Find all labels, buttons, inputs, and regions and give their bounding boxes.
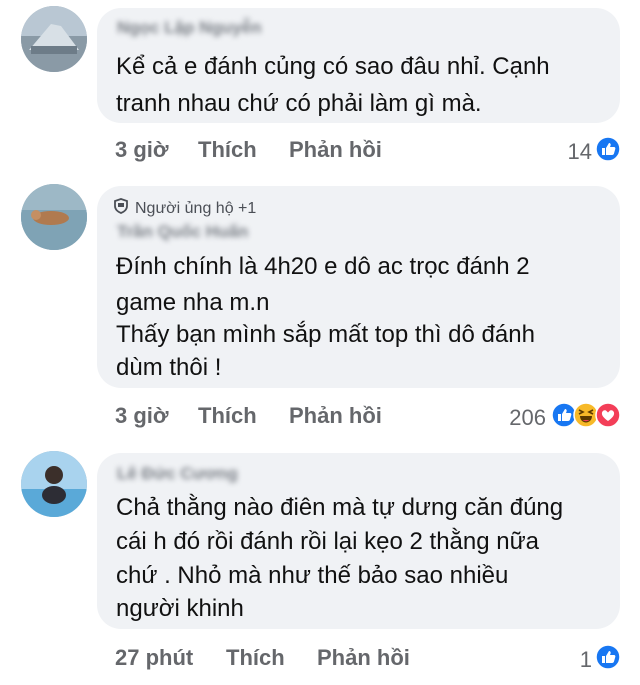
comment-actions: 3 giờ Thích Phản hồi <box>115 137 382 163</box>
like-icon <box>595 644 621 676</box>
shield-icon <box>114 198 128 219</box>
reaction-count: 14 <box>567 139 592 164</box>
reply-button[interactable]: Phản hồi <box>289 137 382 163</box>
reaction-summary[interactable]: 14 <box>568 136 621 168</box>
comment-text-line: Chả thằng nào điên mà tự dưng căn đúng <box>116 494 564 521</box>
reaction-count: 206 <box>509 405 546 430</box>
badge-label: Người ủng hộ +1 <box>135 199 257 217</box>
avatar[interactable] <box>21 451 87 517</box>
comment-text-line: chứ . Nhỏ mà như thế bảo sao nhiều <box>116 562 509 589</box>
like-icon <box>595 136 621 168</box>
comment-text-line: Đính chính là 4h20 e dô ac trọc đánh 2 <box>116 253 530 280</box>
comment-bubble: Lê Đức Cương Chả thằng nào điên mà tự dư… <box>97 453 620 629</box>
reply-button[interactable]: Phản hồi <box>289 403 382 429</box>
reply-button[interactable]: Phản hồi <box>317 645 410 671</box>
avatar[interactable] <box>21 6 87 72</box>
reaction-summary[interactable]: 206 <box>509 402 621 434</box>
comment-bubble: Ngọc Lập Nguyễn Kể cả e đánh củng có sao… <box>97 8 620 123</box>
comment-time[interactable]: 3 giờ <box>115 403 198 429</box>
comment-author[interactable]: Trần Quốc Huấn <box>117 222 248 242</box>
comment-time[interactable]: 27 phút <box>115 645 226 671</box>
supporter-badge: Người ủng hộ +1 <box>114 198 256 219</box>
comment-author[interactable]: Lê Đức Cương <box>117 464 238 484</box>
like-button[interactable]: Thích <box>198 403 289 429</box>
avatar[interactable] <box>21 184 87 250</box>
like-button[interactable]: Thích <box>198 137 289 163</box>
like-button[interactable]: Thích <box>226 645 317 671</box>
reaction-count: 1 <box>579 647 592 672</box>
comment-actions: 27 phút Thích Phản hồi <box>115 645 410 671</box>
comment-actions: 3 giờ Thích Phản hồi <box>115 403 382 429</box>
reaction-summary[interactable]: 1 <box>580 644 621 676</box>
comment-text-line: Thấy bạn mình sắp mất top thì dô đánh <box>116 321 535 348</box>
comment-text-line: tranh nhau chứ có phải làm gì mà. <box>116 90 482 117</box>
comment-text-line: người khinh <box>116 595 244 622</box>
comment-text-line: Kể cả e đánh củng có sao đâu nhỉ. Cạnh <box>116 53 550 80</box>
comment-bubble: Người ủng hộ +1 Trần Quốc Huấn Đính chín… <box>97 186 620 388</box>
comment-time[interactable]: 3 giờ <box>115 137 198 163</box>
comment-text-line: dùm thôi ! <box>116 354 222 381</box>
comment-text-line: cái h đó rồi đánh rồi lại kẹo 2 thằng nữ… <box>116 528 540 555</box>
love-icon <box>595 402 621 434</box>
comment-author[interactable]: Ngọc Lập Nguyễn <box>117 18 262 38</box>
